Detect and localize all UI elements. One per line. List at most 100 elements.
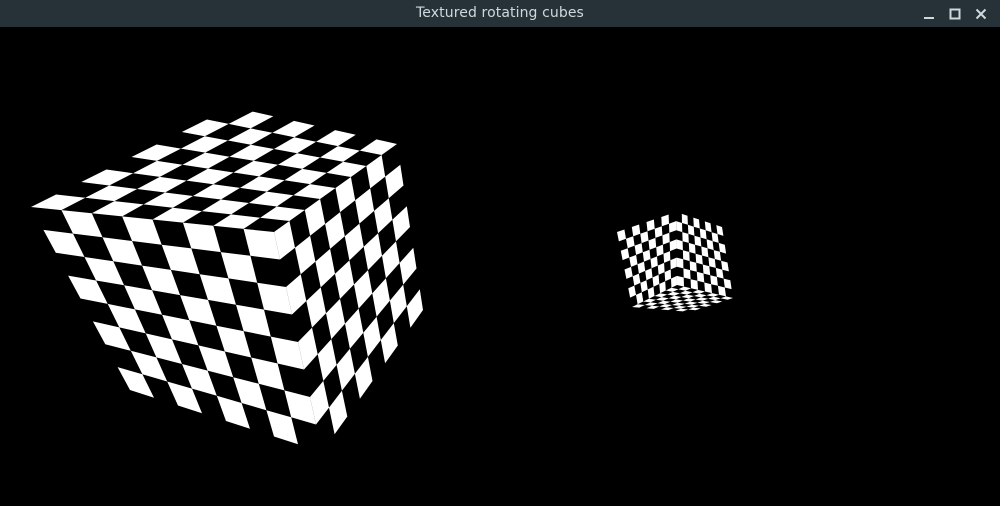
checker-tile (320, 146, 360, 162)
checker-tile (694, 235, 702, 247)
checker-tile (152, 207, 202, 223)
checker-tile (687, 224, 695, 236)
checker-tile (684, 301, 698, 305)
checker-tile (683, 268, 691, 280)
checker-tile (708, 257, 716, 268)
checker-tile (406, 289, 423, 328)
checker-tile (696, 271, 705, 283)
checker-tile (366, 155, 386, 189)
checker-tile (676, 275, 684, 287)
checker-tile (227, 128, 273, 145)
checker-tile (692, 289, 705, 294)
checker-tile (648, 237, 657, 250)
checker-tile (661, 307, 674, 311)
checker-tile (284, 168, 327, 185)
checker-tile (710, 275, 718, 286)
checker-tile (228, 111, 274, 129)
checker-tile (229, 144, 274, 161)
checker-tile (637, 261, 646, 274)
checker-tile (181, 119, 229, 137)
checker-tile (640, 231, 649, 244)
checker-tile (355, 188, 375, 224)
large-cube-right-face (274, 155, 423, 435)
checker-tile (278, 153, 321, 169)
render-viewport[interactable] (0, 27, 1000, 506)
checker-tile (661, 214, 669, 227)
checker-tile (686, 304, 699, 308)
checker-tile (699, 303, 712, 307)
checker-tile (329, 390, 348, 435)
checker-tile (629, 254, 638, 267)
checker-tile (182, 222, 221, 253)
checker-tile (688, 307, 701, 311)
large-cube-top-face (31, 111, 397, 229)
checker-tile (233, 160, 278, 177)
checker-tile (654, 226, 663, 238)
checker-tile (642, 249, 651, 262)
checker-tile (240, 176, 285, 192)
window-controls (916, 0, 994, 27)
checker-tile (335, 260, 354, 299)
checker-tile (682, 250, 690, 262)
close-button[interactable] (968, 0, 994, 27)
checker-tile (354, 356, 373, 399)
checker-tile (392, 206, 410, 242)
checker-tile (645, 268, 653, 281)
checker-tile (662, 232, 670, 245)
checker-tile (664, 269, 671, 282)
checker-tile (706, 293, 719, 297)
checker-tile (681, 213, 688, 225)
checker-tile (682, 232, 689, 243)
checker-tile (702, 264, 711, 276)
checker-tile (91, 201, 144, 217)
checker-tile (122, 216, 162, 245)
maximize-button[interactable] (942, 0, 968, 27)
checker-tile (180, 136, 228, 153)
minimize-icon (924, 16, 934, 19)
minimize-button[interactable] (916, 0, 942, 27)
checker-tile (624, 266, 633, 279)
checker-tile (672, 302, 685, 306)
checker-tile (695, 297, 709, 301)
checker-tile (628, 285, 636, 298)
checker-tile (701, 246, 709, 258)
checker-tile (679, 290, 693, 295)
app-window: Textured rotating cubes (0, 0, 1000, 506)
checker-tile (675, 308, 689, 312)
checker-tile (399, 247, 417, 285)
checker-tile (344, 223, 364, 261)
checker-tile (670, 257, 677, 270)
close-icon (975, 8, 987, 19)
checker-tile (295, 235, 316, 275)
title-bar[interactable]: Textured rotating cubes (0, 0, 1000, 27)
checker-tile (363, 233, 382, 271)
checker-tile (656, 244, 664, 257)
checker-tile (335, 177, 356, 213)
checker-tile (193, 184, 240, 200)
scene-canvas (31, 111, 733, 445)
checker-tile (631, 224, 641, 237)
checker-tile (632, 273, 641, 286)
checker-tile (676, 257, 684, 269)
checker-tile (670, 299, 683, 303)
checker-tile (671, 275, 677, 288)
checker-tile (668, 295, 682, 300)
maximize-icon (949, 8, 961, 19)
checker-tile (652, 274, 660, 287)
checker-tile (681, 294, 694, 299)
checker-tile (709, 300, 723, 304)
checker-tile (131, 144, 181, 161)
checker-tile (272, 120, 315, 138)
checker-tile (676, 239, 683, 251)
checker-tile (137, 176, 187, 193)
checker-tile (659, 304, 672, 308)
checker-tile (669, 239, 677, 252)
large-cube (31, 111, 423, 445)
small-cube (617, 213, 733, 312)
checker-tile (665, 287, 679, 292)
checker-tile (683, 298, 696, 302)
checker-tile (704, 282, 712, 294)
checker-tile (617, 229, 626, 242)
checker-tile (626, 236, 635, 249)
checker-tile (693, 217, 700, 229)
